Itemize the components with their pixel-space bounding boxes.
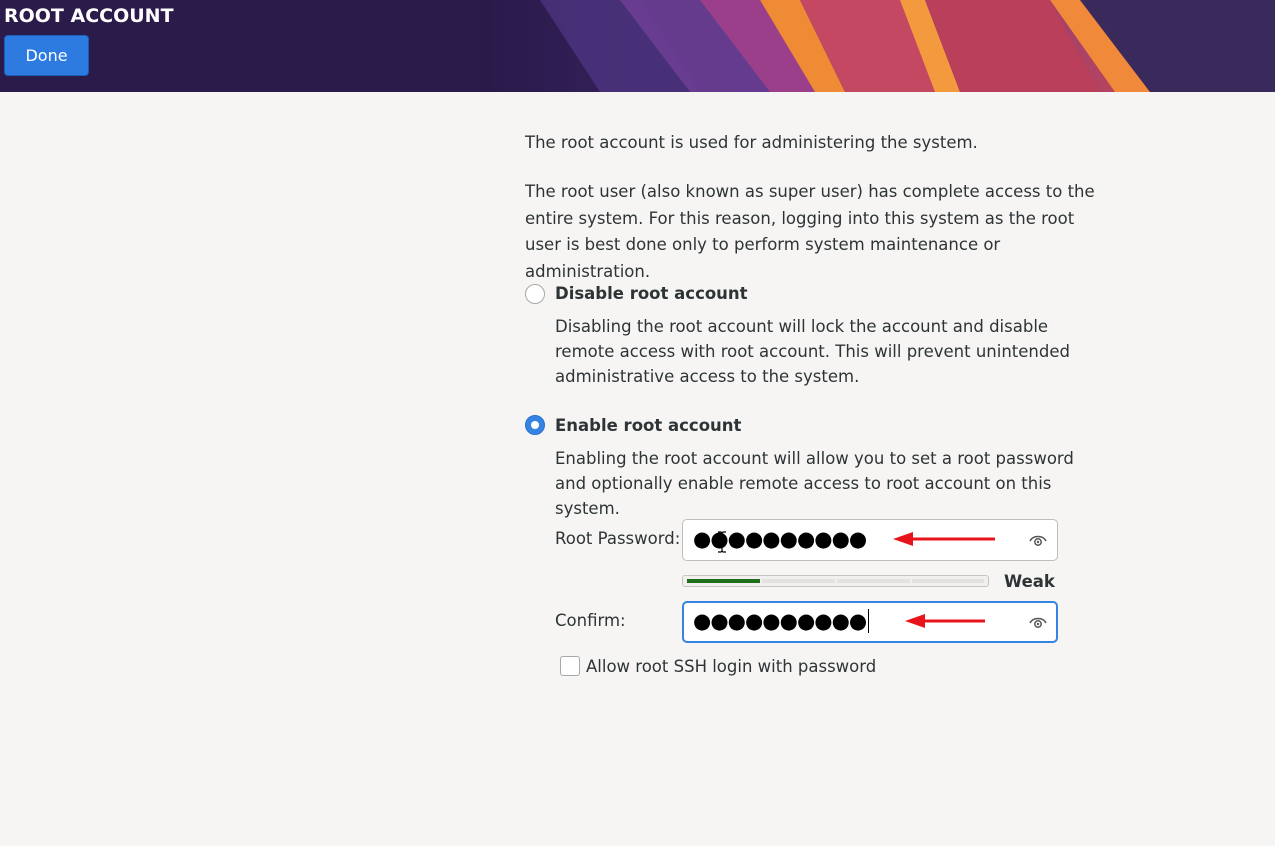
done-button[interactable]: Done	[4, 35, 89, 76]
page-title: ROOT ACCOUNT	[4, 5, 174, 27]
enable-root-description: Enabling the root account will allow you…	[555, 449, 1074, 518]
strength-fill	[687, 579, 760, 583]
text-cursor-icon	[718, 531, 726, 553]
eye-icon[interactable]	[1029, 614, 1047, 630]
strength-segment	[837, 579, 910, 583]
confirm-label: Confirm:	[555, 611, 626, 630]
password-strength-meter	[682, 575, 989, 587]
red-arrow-annotation	[905, 614, 985, 628]
red-arrow-annotation	[893, 532, 995, 546]
confirm-password-value: ●●●●●●●●●●	[693, 609, 870, 633]
header-background-art	[0, 0, 1275, 92]
eye-icon[interactable]	[1029, 532, 1047, 548]
confirm-dots: ●●●●●●●●●●	[693, 609, 867, 633]
intro-text: The root account is used for administeri…	[525, 133, 978, 152]
allow-ssh-label[interactable]: Allow root SSH login with password	[586, 656, 876, 678]
enable-root-label[interactable]: Enable root account	[555, 415, 741, 437]
root-password-label: Root Password:	[555, 529, 681, 548]
disable-root-radio[interactable]	[525, 284, 545, 304]
root-password-field[interactable]: ●●●●●●●●●●	[682, 519, 1058, 561]
header-banner: ROOT ACCOUNT Done	[0, 0, 1275, 92]
strength-label: Weak	[1004, 572, 1055, 591]
enable-root-radio[interactable]	[525, 415, 545, 435]
strength-segment	[762, 579, 835, 583]
text-caret	[868, 609, 870, 633]
confirm-password-field[interactable]: ●●●●●●●●●●	[682, 601, 1058, 643]
disable-root-description: Disabling the root account will lock the…	[555, 317, 1070, 386]
strength-segment	[912, 579, 984, 583]
intro-description: The root user (also known as super user)…	[525, 182, 1095, 281]
disable-root-label[interactable]: Disable root account	[555, 283, 748, 305]
allow-ssh-checkbox[interactable]	[560, 656, 580, 676]
